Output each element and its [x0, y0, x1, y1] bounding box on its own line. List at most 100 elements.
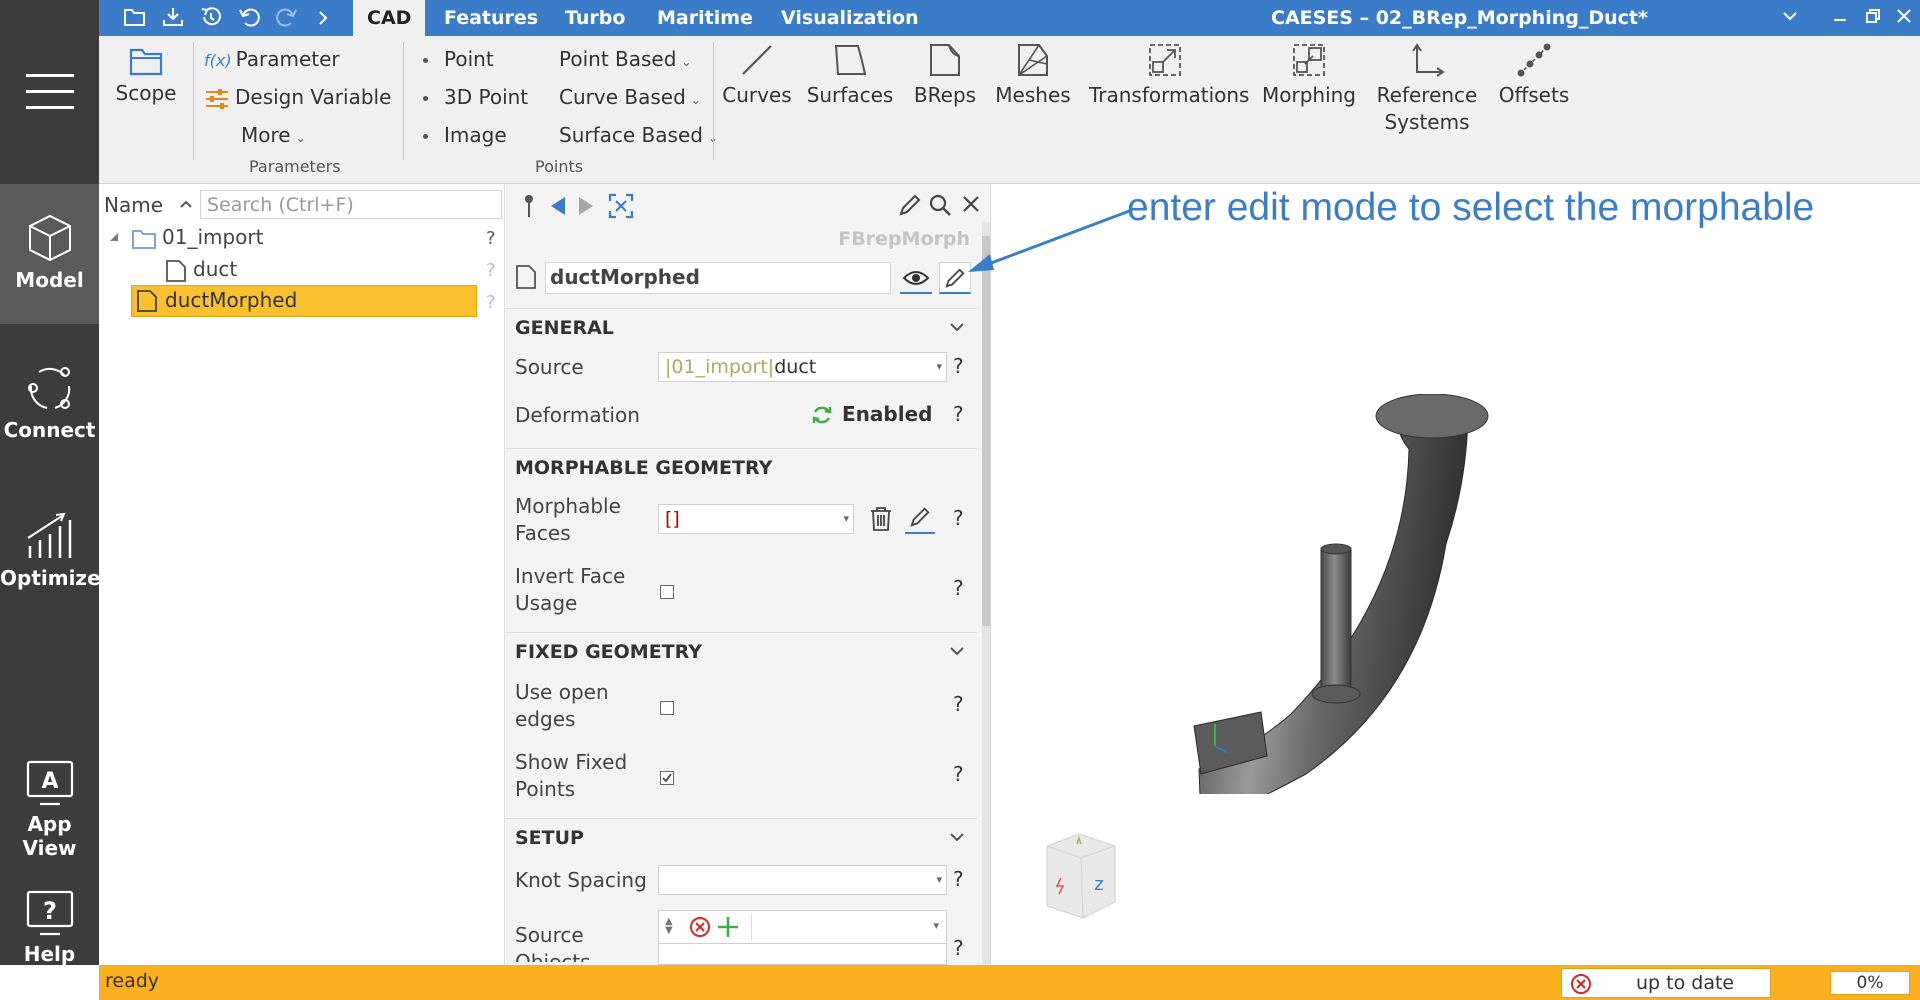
redo-icon[interactable]	[275, 6, 299, 28]
spin-arrows-icon[interactable]: ▲ ▼	[665, 917, 673, 936]
3d-point-button[interactable]: 3D Point	[423, 84, 528, 110]
offsets-button[interactable]: Offsets	[1497, 42, 1571, 109]
curve-based-dropdown[interactable]: Curve Based ⌄	[559, 84, 701, 113]
brep-icon	[137, 290, 157, 312]
help-icon[interactable]: ?	[486, 292, 496, 313]
reference-systems-button[interactable]: Reference Systems	[1373, 42, 1481, 136]
chevron-right-icon[interactable]	[317, 10, 329, 26]
show-fixed-points-checkbox[interactable]	[660, 771, 674, 785]
nav-model[interactable]: Model	[0, 184, 99, 324]
dropdown-arrow-icon[interactable]: ▾	[936, 353, 942, 381]
help-icon[interactable]: ?	[953, 402, 964, 426]
image-button[interactable]: Image	[423, 122, 507, 148]
history-icon[interactable]	[199, 6, 223, 28]
close-icon[interactable]	[1896, 8, 1912, 24]
section-setup[interactable]: SETUP	[505, 818, 977, 856]
point-button[interactable]: Point	[423, 46, 494, 72]
section-fixed-geometry[interactable]: FIXED GEOMETRY	[505, 632, 977, 670]
knot-spacing-combo[interactable]: ▾	[658, 865, 947, 895]
trash-icon[interactable]	[869, 506, 893, 532]
open-folder-icon[interactable]	[123, 6, 147, 28]
search-input[interactable]: Search (Ctrl+F)	[200, 190, 502, 219]
nav-connect[interactable]: Connect	[0, 364, 99, 464]
tab-features[interactable]: Features	[430, 0, 552, 36]
surfaces-button[interactable]: Surfaces	[805, 42, 895, 109]
meshes-button[interactable]: Meshes	[993, 42, 1073, 109]
invert-face-usage-checkbox[interactable]	[660, 585, 674, 599]
help-icon[interactable]: ?	[953, 354, 964, 378]
3d-point-label: 3D Point	[444, 85, 529, 109]
tree-item-01-import[interactable]: 01_import	[132, 222, 263, 252]
morphing-button[interactable]: Morphing	[1261, 42, 1357, 109]
3d-viewport[interactable]: z	[991, 184, 1920, 965]
transformations-button[interactable]: Transformations	[1089, 42, 1249, 109]
source-objects-combo[interactable]: ▾	[751, 913, 943, 941]
tree-item-label: ductMorphed	[165, 288, 298, 312]
scrollbar-track[interactable]	[982, 222, 990, 964]
hamburger-icon[interactable]	[25, 74, 74, 110]
tab-turbo[interactable]: Turbo	[551, 0, 639, 36]
tree-item-ductmorphed[interactable]: ductMorphed	[131, 285, 477, 317]
point-based-dropdown[interactable]: Point Based ⌄	[559, 46, 691, 75]
help-icon[interactable]: ?	[953, 867, 964, 891]
help-icon[interactable]: ?	[953, 762, 964, 786]
focus-icon[interactable]	[608, 193, 634, 219]
tab-maritime[interactable]: Maritime	[643, 0, 767, 36]
nav-help[interactable]: ? Help	[0, 890, 99, 990]
undo-icon[interactable]	[237, 6, 261, 28]
help-icon[interactable]: ?	[953, 936, 964, 960]
scope-button[interactable]: Scope	[113, 46, 179, 107]
duct-3d-model[interactable]	[1191, 394, 1611, 794]
curves-button[interactable]: Curves	[721, 42, 793, 109]
expand-arrow-icon[interactable]	[109, 232, 119, 242]
tab-cad[interactable]: CAD	[353, 0, 426, 36]
section-fixed-label: FIXED GEOMETRY	[515, 641, 702, 663]
parameter-button[interactable]: f(x) Parameter	[204, 46, 340, 74]
point-label: Point	[444, 47, 494, 71]
design-variable-button[interactable]: Design Variable	[205, 84, 391, 110]
add-icon[interactable]	[717, 916, 739, 938]
nav-app-view[interactable]: A App View	[0, 760, 99, 860]
pick-faces-button[interactable]	[905, 502, 935, 534]
update-status[interactable]: up to date	[1561, 968, 1771, 998]
section-general[interactable]: GENERAL	[505, 308, 977, 346]
source-combo[interactable]: |01_import|duct ▾	[658, 352, 947, 382]
chevron-down-icon[interactable]	[949, 819, 965, 857]
menu-button[interactable]	[0, 60, 99, 120]
dropdown-arrow-icon[interactable]: ▾	[936, 866, 942, 894]
scrollbar-thumb[interactable]	[982, 236, 990, 626]
help-icon[interactable]: ?	[953, 692, 964, 716]
chevron-down-icon[interactable]	[1782, 8, 1798, 24]
chevron-down-icon[interactable]	[949, 633, 965, 671]
help-icon[interactable]: ?	[953, 506, 964, 530]
nav-optimize[interactable]: Optimize	[0, 512, 101, 612]
object-name-field[interactable]: ductMorphed	[545, 262, 891, 294]
use-open-edges-checkbox[interactable]	[660, 701, 674, 715]
minimize-icon[interactable]	[1832, 8, 1848, 24]
back-icon[interactable]	[549, 196, 567, 216]
surface-based-dropdown[interactable]: Surface Based⌄	[559, 122, 718, 151]
breps-button[interactable]: BReps	[911, 42, 979, 109]
forward-icon[interactable]	[577, 196, 595, 216]
section-morphable-geometry[interactable]: MORPHABLE GEOMETRY	[505, 448, 977, 486]
source-objects-list[interactable]	[658, 944, 947, 965]
search-icon[interactable]	[928, 193, 952, 217]
tree-item-duct[interactable]: duct	[165, 254, 237, 284]
help-icon[interactable]: ?	[486, 228, 496, 249]
more-dropdown[interactable]: More ⌄	[241, 122, 306, 151]
chevron-up-icon[interactable]	[179, 199, 193, 209]
dropdown-arrow-icon[interactable]: ▾	[843, 505, 849, 533]
help-icon[interactable]: ?	[486, 260, 496, 281]
chevron-down-icon[interactable]	[949, 309, 965, 347]
restore-icon[interactable]	[1865, 8, 1881, 24]
save-icon[interactable]	[161, 6, 185, 28]
pin-icon[interactable]	[522, 194, 536, 218]
pencil-icon[interactable]	[898, 193, 922, 217]
help-icon[interactable]: ?	[953, 576, 964, 600]
view-cube[interactable]: z	[1035, 830, 1131, 930]
visibility-button[interactable]	[900, 262, 932, 294]
tab-visualization[interactable]: Visualization	[767, 0, 933, 36]
morphable-faces-combo[interactable]: [] ▾	[658, 504, 854, 534]
remove-icon[interactable]	[689, 916, 711, 938]
deformation-toggle[interactable]: Enabled	[842, 402, 932, 426]
